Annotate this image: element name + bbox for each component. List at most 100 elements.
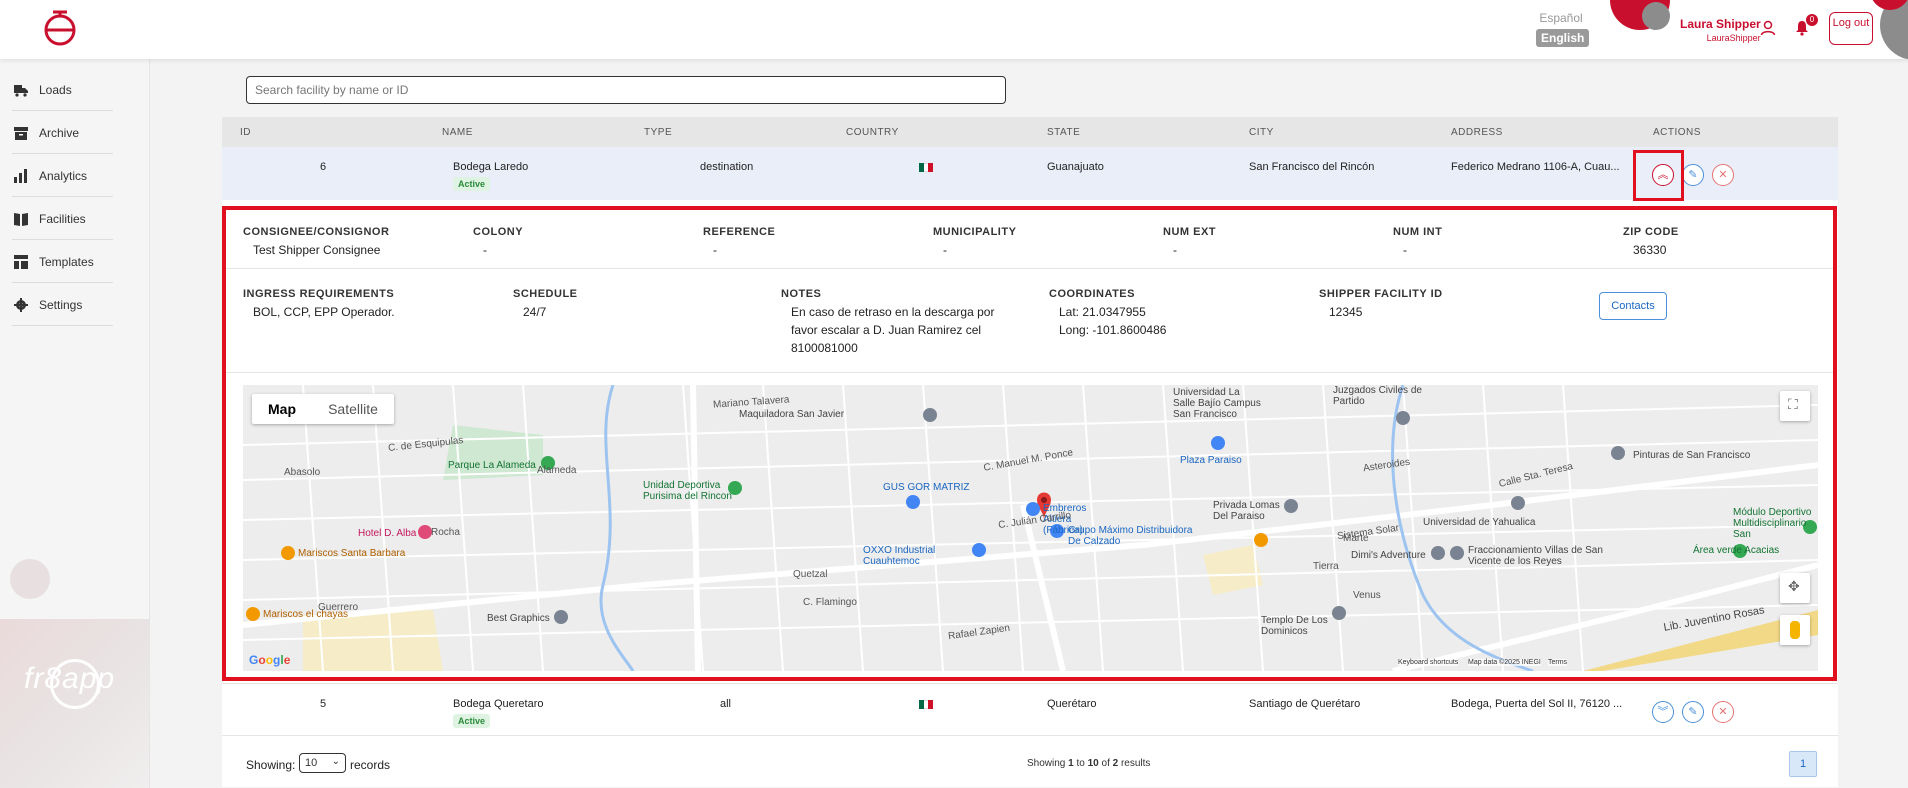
decor-shape	[10, 559, 50, 599]
map-label: Plaza Paraiso	[1180, 455, 1242, 466]
template-icon	[14, 255, 28, 269]
cell-city: Santiago de Querétaro	[1249, 698, 1361, 710]
col-header-name: NAME	[442, 127, 473, 138]
zip-code-value: 36330	[1633, 243, 1667, 257]
sidebar-item-templates[interactable]: Templates	[12, 240, 113, 283]
notes-line: En caso de retraso en la descarga por	[791, 305, 995, 319]
lang-es-option[interactable]: Español	[1536, 11, 1586, 25]
map-label: Alameda	[537, 465, 577, 476]
col-header-address: ADDRESS	[1451, 127, 1503, 138]
cell-city: San Francisco del Rincón	[1249, 161, 1375, 173]
detail-label: INGRESS REQUIREMENTS	[243, 288, 395, 300]
detail-label: NOTES	[781, 288, 822, 300]
truck-icon	[14, 85, 28, 97]
expand-row-button[interactable]: ︾	[1652, 701, 1674, 723]
map-label: Maquiladora San Javier	[739, 409, 845, 420]
map-label: Área verde Acacias	[1693, 545, 1780, 556]
pan-control-button[interactable]: ✥	[1780, 573, 1810, 603]
cell-type: all	[720, 698, 732, 710]
lang-en-option[interactable]: English	[1536, 29, 1590, 47]
fr8app-logo[interactable]	[40, 9, 80, 49]
chevrons-down-icon: ︾	[1657, 706, 1669, 718]
sidebar-brand-watermark: fr8app	[24, 662, 116, 695]
ingress-requirements-value: BOL, CCP, EPP Operador.	[253, 305, 395, 319]
bar-chart-icon	[14, 169, 27, 183]
map-label: Unidad Deportiva Purisima del Rincon	[643, 480, 732, 502]
delete-facility-button[interactable]: ✕	[1712, 701, 1734, 723]
decor-circle	[1642, 2, 1670, 30]
records-per-page-select[interactable]: 10 ⌄	[299, 753, 346, 773]
cell-state: Guanajuato	[1047, 161, 1104, 173]
map-label: Universidad La Salle Bajío Campus San Fr…	[1173, 387, 1261, 420]
summary-text: Showing	[1027, 758, 1069, 769]
cell-type: destination	[700, 161, 754, 173]
archive-icon	[14, 127, 28, 140]
edit-facility-button[interactable]: ✎	[1682, 701, 1704, 723]
results-summary: Showing 1 to 10 of 2 results	[1027, 758, 1150, 769]
user-info[interactable]: Laura Shipper LauraShipper	[1680, 17, 1761, 43]
close-icon: ✕	[1718, 706, 1728, 718]
map-label: Marte	[1343, 533, 1369, 544]
sidebar-item-label: Templates	[39, 255, 94, 269]
detail-label: MUNICIPALITY	[933, 226, 1017, 238]
user-icon[interactable]	[1760, 20, 1776, 36]
satellite-tab[interactable]: Satellite	[312, 394, 394, 424]
move-icon: ✥	[1788, 578, 1800, 594]
sidebar: Loads Archive Analytics Facilities Templ…	[0, 59, 150, 788]
divider	[226, 372, 1833, 373]
mexico-flag-icon	[919, 163, 934, 172]
map-label: Universidad de Yahualica	[1423, 517, 1536, 528]
notes-line: favor escalar a D. Juan Ramirez cel	[791, 323, 982, 337]
map-label: Módulo Deportivo Multidisciplinario San	[1733, 507, 1812, 540]
facility-details-panel: CONSIGNEE/CONSIGNOR COLONY REFERENCE MUN…	[222, 206, 1837, 681]
sidebar-item-archive[interactable]: Archive	[12, 111, 113, 154]
map-label: Mariscos Santa Barbara	[298, 548, 406, 559]
contacts-button[interactable]: Contacts	[1599, 292, 1667, 320]
map-label: Fraccionamiento Villas de San Vicente de…	[1468, 545, 1603, 567]
delete-facility-button[interactable]: ✕	[1712, 164, 1734, 186]
map-label: Rocha	[431, 527, 460, 538]
showing-label: Showing:	[246, 758, 296, 772]
cell-name: Bodega Queretaro	[453, 698, 544, 710]
pencil-icon: ✎	[1688, 706, 1698, 718]
map-tab[interactable]: Map	[252, 394, 312, 424]
cell-id: 6	[320, 161, 327, 173]
summary-text: results	[1118, 758, 1151, 769]
detail-label: NUM EXT	[1163, 226, 1216, 238]
table-row[interactable]: 5 Bodega Queretaro Active all Querétaro …	[222, 683, 1838, 736]
facility-search-input[interactable]: Search facility by name or ID	[246, 76, 1006, 104]
summary-text: of	[1098, 758, 1113, 769]
user-handle: LauraShipper	[1706, 33, 1761, 43]
street-view-button[interactable]	[1780, 615, 1810, 645]
municipality-value: -	[943, 243, 947, 257]
detail-label: CONSIGNEE/CONSIGNOR	[243, 226, 390, 238]
map-label: Pinturas de San Francisco	[1633, 450, 1751, 461]
records-per-page-value: 10	[305, 757, 318, 769]
sidebar-item-loads[interactable]: Loads	[12, 68, 113, 111]
logout-button[interactable]: Log out	[1829, 12, 1873, 45]
detail-label: COLONY	[473, 226, 524, 238]
map-label: Templo De Los Dominicos	[1261, 615, 1328, 637]
terms-link[interactable]: Terms	[1548, 659, 1568, 666]
language-switcher: Español English	[1536, 11, 1590, 47]
pegman-icon	[1790, 621, 1800, 639]
col-header-country: COUNTRY	[846, 127, 899, 138]
edit-facility-button[interactable]: ✎	[1682, 164, 1704, 186]
cell-state: Querétaro	[1047, 698, 1097, 710]
status-badge: Active	[453, 177, 491, 191]
sidebar-item-facilities[interactable]: Facilities	[12, 197, 113, 240]
colony-value: -	[483, 243, 487, 257]
pagination-page-1[interactable]: 1	[1789, 751, 1817, 777]
cell-address: Federico Medrano 1106-A, Cuau...	[1451, 161, 1620, 173]
sidebar-item-analytics[interactable]: Analytics	[12, 154, 113, 197]
facility-map[interactable]: Map Satellite ⛶ ✥ Maquiladora San Javier…	[243, 385, 1818, 671]
summary-text: to	[1073, 758, 1088, 769]
col-header-id: ID	[240, 127, 251, 138]
sidebar-item-settings[interactable]: Settings	[12, 283, 113, 326]
fullscreen-button[interactable]: ⛶	[1780, 391, 1810, 421]
sidebar-item-label: Loads	[39, 83, 72, 97]
sidebar-item-label: Settings	[39, 298, 83, 312]
longitude-value: Long: -101.8600486	[1059, 323, 1167, 337]
keyboard-shortcuts-link[interactable]: Keyboard shortcuts	[1398, 659, 1459, 666]
table-row[interactable]: 6 Bodega Laredo Active destination Guana…	[222, 147, 1838, 200]
